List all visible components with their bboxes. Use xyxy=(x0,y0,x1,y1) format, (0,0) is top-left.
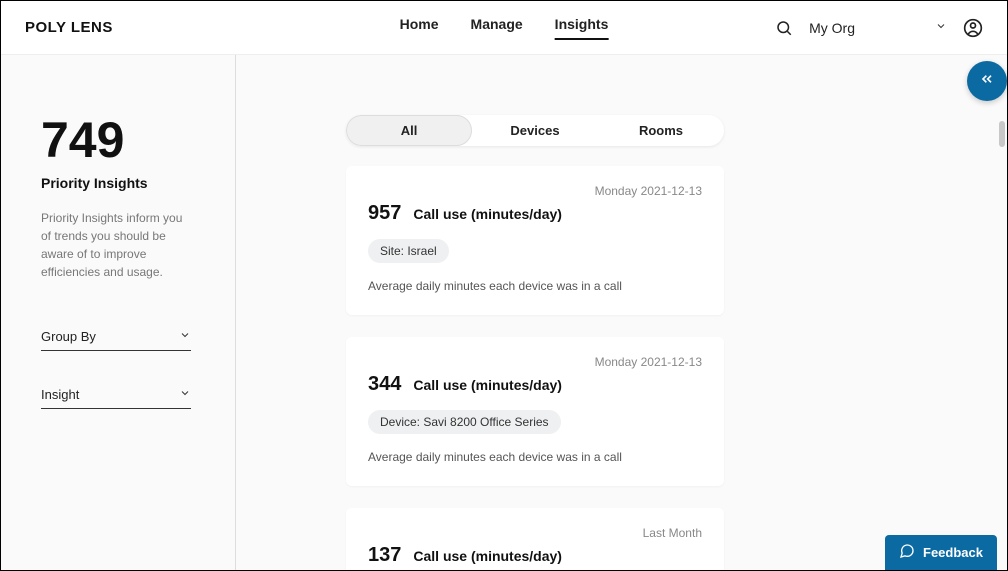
main-content: All Devices Rooms Monday 2021-12-13 957 … xyxy=(236,55,1007,570)
group-by-label: Group By xyxy=(41,329,96,344)
card-description: Average daily minutes each device was in… xyxy=(368,450,702,464)
filter-tabs: All Devices Rooms xyxy=(346,115,724,146)
tab-all[interactable]: All xyxy=(346,115,472,146)
sidebar-description: Priority Insights inform you of trends y… xyxy=(41,209,191,281)
sidebar: 749 Priority Insights Priority Insights … xyxy=(1,55,236,570)
nav-manage[interactable]: Manage xyxy=(471,16,523,40)
org-selector[interactable]: My Org xyxy=(809,20,947,36)
card-chip: Device: Savi 8200 Office Series xyxy=(368,410,561,434)
feedback-button[interactable]: Feedback xyxy=(885,535,997,570)
chevron-down-icon xyxy=(179,329,191,344)
search-icon[interactable] xyxy=(775,19,793,37)
card-description: Average daily minutes each device was in… xyxy=(368,279,702,293)
org-label: My Org xyxy=(809,20,855,36)
group-by-select[interactable]: Group By xyxy=(41,329,191,351)
top-bar: POLY LENS Home Manage Insights My Org xyxy=(1,1,1007,55)
tab-rooms[interactable]: Rooms xyxy=(598,115,724,146)
sidebar-title: Priority Insights xyxy=(41,175,215,191)
nav-insights[interactable]: Insights xyxy=(555,16,609,40)
tab-devices[interactable]: Devices xyxy=(472,115,598,146)
chevron-double-left-icon xyxy=(979,71,995,92)
card-date: Monday 2021-12-13 xyxy=(368,184,702,198)
feedback-label: Feedback xyxy=(923,545,983,560)
card-date: Monday 2021-12-13 xyxy=(368,355,702,369)
card-value: 137 xyxy=(368,544,401,567)
card-value: 957 xyxy=(368,202,401,225)
logo: POLY LENS xyxy=(25,19,113,36)
user-icon[interactable] xyxy=(963,18,983,38)
scrollbar-thumb[interactable] xyxy=(999,121,1005,147)
card-title: Call use (minutes/day) xyxy=(413,548,562,564)
chevron-down-icon xyxy=(179,387,191,402)
chevron-down-icon xyxy=(935,20,947,35)
chat-icon xyxy=(899,543,915,562)
primary-nav: Home Manage Insights xyxy=(400,16,609,40)
insight-select[interactable]: Insight xyxy=(41,387,191,409)
insight-card[interactable]: Monday 2021-12-13 344 Call use (minutes/… xyxy=(346,337,724,486)
insight-label: Insight xyxy=(41,387,79,402)
collapse-panel-button[interactable] xyxy=(967,61,1007,101)
insight-card[interactable]: Monday 2021-12-13 957 Call use (minutes/… xyxy=(346,166,724,315)
card-title: Call use (minutes/day) xyxy=(413,206,562,222)
nav-home[interactable]: Home xyxy=(400,16,439,40)
priority-insights-count: 749 xyxy=(41,115,215,165)
card-value: 344 xyxy=(368,373,401,396)
card-date: Last Month xyxy=(368,526,702,540)
card-title: Call use (minutes/day) xyxy=(413,377,562,393)
insight-card[interactable]: Last Month 137 Call use (minutes/day) De… xyxy=(346,508,724,570)
card-chip: Site: Israel xyxy=(368,239,449,263)
